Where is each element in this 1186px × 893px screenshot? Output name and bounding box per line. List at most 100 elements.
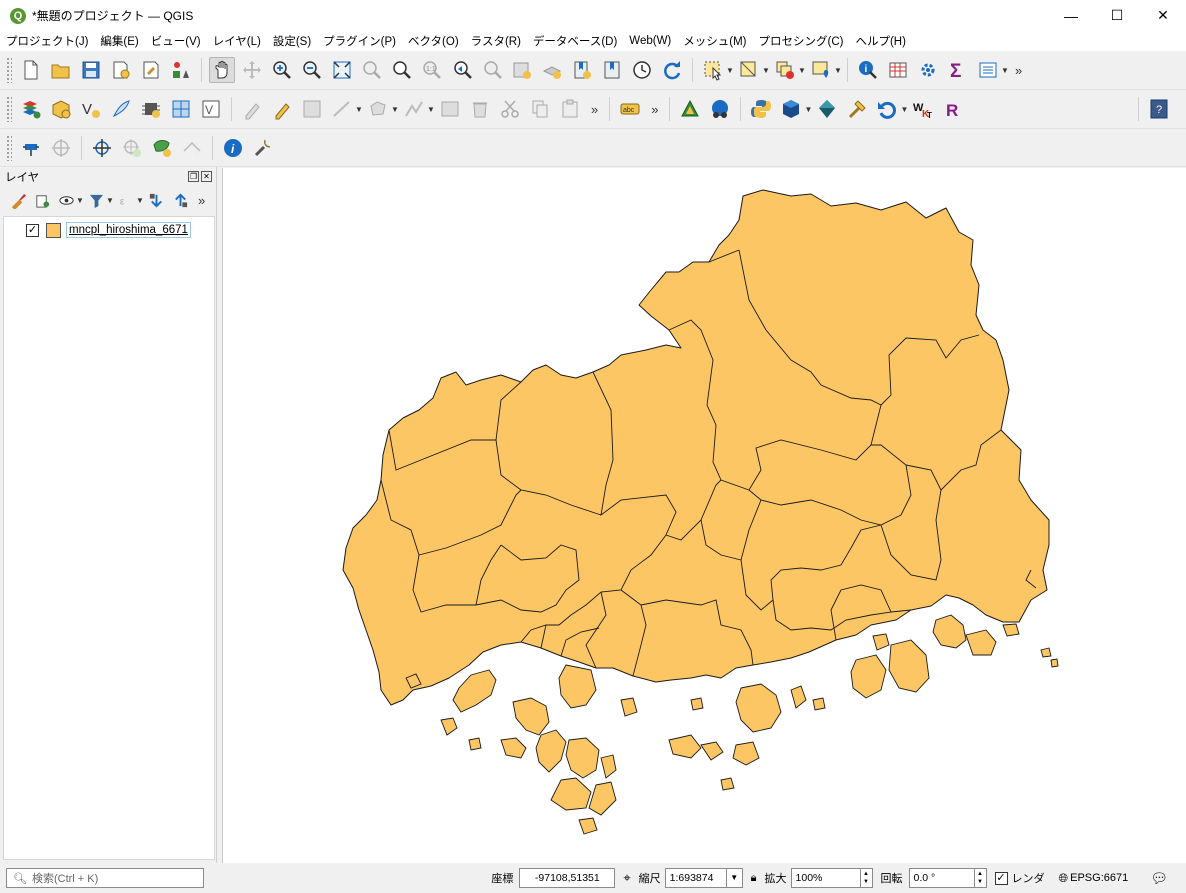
plugin-hammer-icon[interactable]	[844, 96, 870, 122]
layer-name[interactable]: mncpl_hiroshima_6671	[66, 222, 191, 238]
manage-themes-icon[interactable]	[56, 190, 76, 210]
zoom-last-icon[interactable]	[449, 57, 475, 83]
identify-features-icon[interactable]: i	[855, 57, 881, 83]
collapse-all-icon[interactable]	[170, 190, 190, 210]
temporal-clock-icon[interactable]	[629, 57, 655, 83]
magnifier-field[interactable]: 100%	[790, 868, 861, 888]
style-manager-icon[interactable]	[168, 57, 194, 83]
layer-symbol-swatch[interactable]	[46, 222, 61, 238]
vertex-tool-icon[interactable]	[401, 96, 427, 122]
memory-layer-icon[interactable]	[138, 96, 164, 122]
save-project-icon[interactable]	[78, 57, 104, 83]
crs-button[interactable]: EPSG:6671	[1070, 872, 1128, 884]
wkt-icon[interactable]: WKT	[910, 96, 936, 122]
magnifier-spinner[interactable]: ▲ ▼	[860, 868, 873, 888]
r-language-icon[interactable]: R	[940, 96, 966, 122]
refresh-icon[interactable]	[659, 57, 685, 83]
menu-raster[interactable]: ラスタ(R)	[465, 33, 527, 49]
map-canvas[interactable]	[222, 168, 1186, 863]
copy-features-icon[interactable]	[527, 96, 553, 122]
settings-wrench-icon[interactable]	[250, 135, 276, 161]
render-checkbox[interactable]: ✓	[994, 871, 1008, 885]
python-console-icon[interactable]	[748, 96, 774, 122]
menu-mesh[interactable]: メッシュ(M)	[677, 33, 752, 49]
select-by-value-icon[interactable]	[736, 57, 762, 83]
menu-settings[interactable]: 設定(S)	[267, 33, 317, 49]
pencil-edit-icon[interactable]	[269, 96, 295, 122]
menu-view[interactable]: ビュー(V)	[145, 33, 207, 49]
plugin-gem-icon[interactable]	[814, 96, 840, 122]
map-tips-icon[interactable]	[975, 57, 1001, 83]
digitize-feather-icon[interactable]	[108, 96, 134, 122]
layer-visibility-checkbox[interactable]: ✓	[26, 223, 39, 237]
delete-selected-icon[interactable]	[467, 96, 493, 122]
add-ring-icon[interactable]	[119, 135, 145, 161]
open-project-icon[interactable]	[48, 57, 74, 83]
move-label-icon[interactable]	[48, 135, 74, 161]
georeferencer-icon[interactable]	[677, 96, 703, 122]
rotation-spinner[interactable]: ▲ ▼	[974, 868, 987, 888]
new-vector-layer-icon[interactable]: V	[78, 96, 104, 122]
zoom-to-layer-icon[interactable]	[389, 57, 415, 83]
expand-all-icon[interactable]	[146, 190, 166, 210]
advanced-digitize-icon[interactable]	[89, 135, 115, 161]
zoom-next-icon[interactable]	[479, 57, 505, 83]
menu-project[interactable]: プロジェクト(J)	[0, 33, 94, 49]
save-edits-icon[interactable]	[299, 96, 325, 122]
toolbar-grip[interactable]	[6, 57, 12, 83]
new-map-view-icon[interactable]	[509, 57, 535, 83]
label-abc-icon[interactable]: abc	[617, 96, 643, 122]
virtual-layer-icon[interactable]	[168, 96, 194, 122]
toggle-extents-icon[interactable]: ⌖	[623, 870, 630, 886]
panel-overflow-icon[interactable]: »	[198, 193, 205, 208]
close-button[interactable]: ✕	[1140, 0, 1186, 31]
layout-manager-icon[interactable]	[138, 57, 164, 83]
scale-field[interactable]: 1:693874	[664, 868, 727, 888]
statistics-sigma-icon[interactable]: Σ	[945, 57, 971, 83]
toggle-editing-icon[interactable]	[239, 96, 265, 122]
filter-legend-icon[interactable]	[86, 190, 106, 210]
zoom-full-icon[interactable]	[329, 57, 355, 83]
vector-tile-icon[interactable]: V	[198, 96, 224, 122]
menu-vector[interactable]: ベクタ(O)	[402, 33, 465, 49]
rotation-field[interactable]: 0.0 °	[908, 868, 975, 888]
modify-attributes-icon[interactable]	[437, 96, 463, 122]
zoom-in-icon[interactable]	[269, 57, 295, 83]
data-source-manager-icon[interactable]	[18, 96, 44, 122]
add-part-icon[interactable]	[149, 135, 175, 161]
toolbar-grip[interactable]	[6, 96, 12, 122]
add-group-icon[interactable]	[32, 190, 52, 210]
menu-web[interactable]: Web(W)	[623, 35, 677, 47]
maximize-button[interactable]: ☐	[1094, 0, 1140, 31]
toolbar-grip[interactable]	[6, 134, 12, 161]
new-print-layout-icon[interactable]	[108, 57, 134, 83]
show-bookmarks-icon[interactable]	[599, 57, 625, 83]
select-by-location-icon[interactable]	[808, 57, 834, 83]
new-geopackage-icon[interactable]	[48, 96, 74, 122]
messages-icon[interactable]: 💬︎	[1150, 870, 1168, 887]
close-panel-icon[interactable]: ✕	[201, 171, 212, 182]
plugin-cube-icon[interactable]	[778, 96, 804, 122]
toolbar-overflow-icon[interactable]: »	[651, 102, 658, 117]
scale-dropdown-icon[interactable]: ▼	[726, 868, 743, 888]
pin-labels-icon[interactable]	[18, 135, 44, 161]
menu-help[interactable]: ヘルプ(H)	[849, 33, 911, 49]
deselect-features-icon[interactable]	[772, 57, 798, 83]
layer-tree-item[interactable]: ✓ mncpl_hiroshima_6671	[4, 220, 214, 240]
fill-ring-icon[interactable]	[179, 135, 205, 161]
layer-styling-icon[interactable]	[8, 190, 28, 210]
zoom-to-selection-icon[interactable]	[359, 57, 385, 83]
quickmapservices-icon[interactable]	[707, 96, 733, 122]
attribute-table-icon[interactable]	[885, 57, 911, 83]
menu-plugins[interactable]: プラグイン(P)	[317, 33, 402, 49]
coordinate-field[interactable]: -97108,51351	[519, 868, 616, 888]
help-book-icon[interactable]: ?	[1146, 96, 1172, 122]
paste-features-icon[interactable]	[557, 96, 583, 122]
new-3d-view-icon[interactable]	[539, 57, 565, 83]
add-polygon-icon[interactable]	[365, 96, 391, 122]
select-features-icon[interactable]	[700, 57, 726, 83]
bookmark-icon[interactable]	[569, 57, 595, 83]
minimize-button[interactable]: —	[1048, 0, 1094, 31]
lock-scale-icon[interactable]: 🔒︎	[751, 872, 757, 885]
zoom-out-icon[interactable]	[299, 57, 325, 83]
